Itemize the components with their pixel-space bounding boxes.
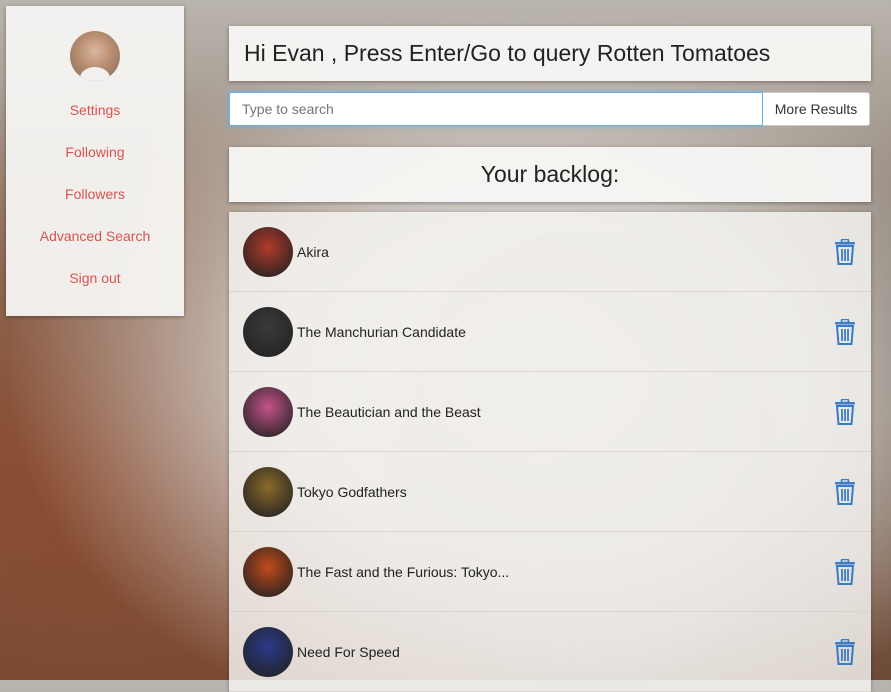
list-item[interactable]: The Beautician and the Beast	[229, 372, 871, 452]
greeting-header: Hi Evan , Press Enter/Go to query Rotten…	[229, 26, 871, 81]
movie-poster[interactable]	[243, 386, 293, 437]
movie-poster[interactable]	[243, 466, 293, 517]
list-item[interactable]: The Fast and the Furious: Tokyo...	[229, 532, 871, 612]
movie-poster[interactable]	[243, 546, 293, 597]
sidebar-item-settings[interactable]: Settings	[70, 89, 121, 131]
sidebar: Settings Following Followers Advanced Se…	[6, 6, 184, 316]
more-results-button[interactable]: More Results	[763, 92, 870, 126]
search-input[interactable]	[229, 92, 763, 126]
sidebar-item-followers[interactable]: Followers	[65, 173, 125, 215]
movie-poster[interactable]	[243, 306, 293, 357]
trash-icon[interactable]	[834, 238, 856, 265]
backlog-heading: Your backlog:	[229, 147, 871, 202]
list-item[interactable]: Need For Speed	[229, 612, 871, 692]
trash-icon[interactable]	[834, 638, 856, 665]
trash-icon[interactable]	[834, 478, 856, 505]
movie-poster[interactable]	[243, 626, 293, 677]
sidebar-item-sign-out[interactable]: Sign out	[69, 257, 120, 299]
avatar[interactable]	[70, 31, 120, 81]
backlog-list: Akira The Manchurian Candidate The Beaut…	[229, 212, 871, 692]
movie-title[interactable]: The Beautician and the Beast	[297, 404, 834, 420]
trash-icon[interactable]	[834, 558, 856, 585]
movie-title[interactable]: The Manchurian Candidate	[297, 324, 834, 340]
sidebar-item-following[interactable]: Following	[65, 131, 124, 173]
movie-title[interactable]: The Fast and the Furious: Tokyo...	[297, 564, 834, 580]
sidebar-item-advanced-search[interactable]: Advanced Search	[40, 215, 151, 257]
trash-icon[interactable]	[834, 318, 856, 345]
movie-title[interactable]: Akira	[297, 244, 834, 260]
search-bar: More Results	[229, 92, 870, 126]
list-item[interactable]: Tokyo Godfathers	[229, 452, 871, 532]
list-item[interactable]: Akira	[229, 212, 871, 292]
movie-poster[interactable]	[243, 226, 293, 277]
trash-icon[interactable]	[834, 398, 856, 425]
movie-title[interactable]: Tokyo Godfathers	[297, 484, 834, 500]
movie-title[interactable]: Need For Speed	[297, 644, 834, 660]
list-item[interactable]: The Manchurian Candidate	[229, 292, 871, 372]
